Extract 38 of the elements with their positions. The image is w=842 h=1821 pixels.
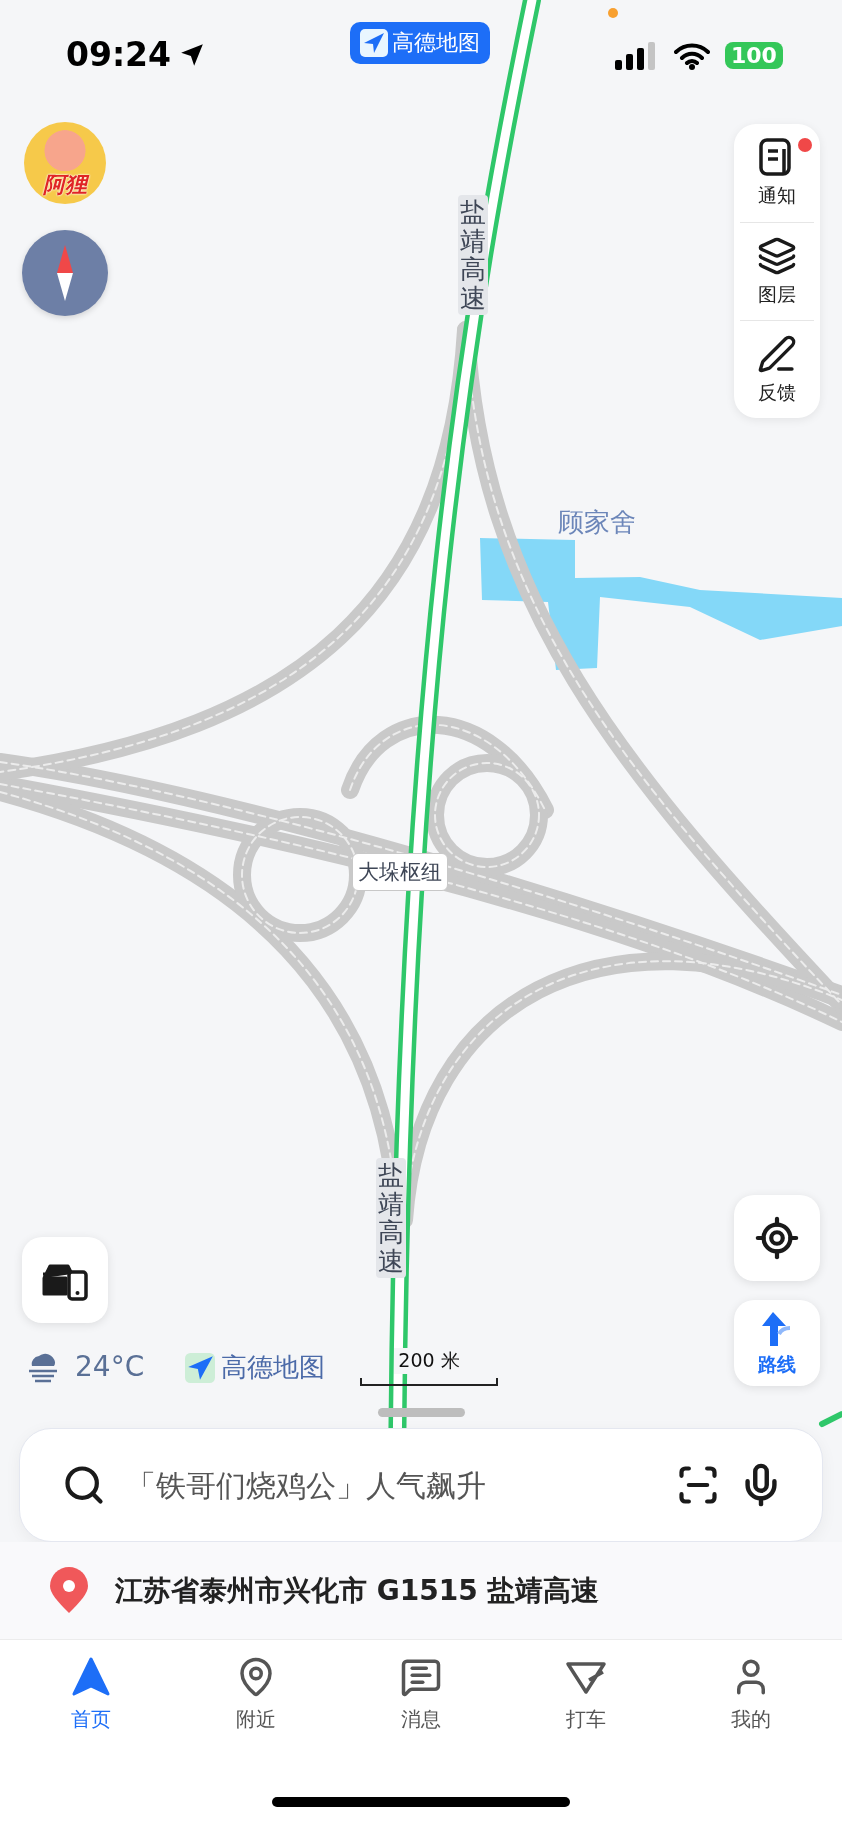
signal-icon [615, 42, 657, 70]
compass[interactable] [22, 230, 108, 316]
notice-button[interactable]: 通知 [740, 124, 814, 222]
car-phone-button[interactable] [22, 1237, 108, 1323]
locate-icon [754, 1215, 800, 1261]
paper-plane-icon [185, 1352, 215, 1383]
paper-plane-icon [360, 29, 388, 57]
temperature-text: 24°C [75, 1349, 145, 1383]
road-label: 盐靖高速 [376, 1158, 406, 1279]
wifi-icon [674, 42, 710, 70]
tab[interactable]: 附近 [226, 1654, 285, 1735]
tab[interactable]: 打车 [557, 1654, 616, 1735]
status-time: 09:24 [66, 35, 206, 74]
route-button[interactable]: 路线 [734, 1300, 820, 1386]
feedback-button[interactable]: 反馈 [740, 320, 814, 418]
locate-button[interactable] [734, 1195, 820, 1281]
tab[interactable]: 消息 [392, 1654, 450, 1735]
junction-label: 大垛枢纽 [352, 853, 448, 891]
search-field[interactable]: 「铁哥们烧鸡公」人气飙升 [19, 1428, 823, 1542]
app-badge-label: 高德地图 [392, 29, 480, 57]
tab[interactable]: 我的 [722, 1654, 781, 1735]
drag-handle[interactable] [378, 1408, 465, 1417]
location-arrow-icon [179, 41, 206, 68]
scan-icon[interactable] [676, 1463, 720, 1507]
address-text: 江苏省泰州市兴化市 G1515 盐靖高速 [115, 1572, 600, 1609]
battery-level: 100 [725, 42, 783, 69]
tab[interactable]: 首页 [61, 1654, 120, 1735]
road-label: 盐靖高速 [458, 195, 488, 316]
location-pin-icon [47, 1566, 91, 1615]
search-input[interactable]: 「铁哥们烧鸡公」人气飙升 [124, 1466, 658, 1504]
layers-button[interactable]: 图层 [740, 222, 814, 320]
pencil-icon [757, 333, 797, 374]
layers-icon [757, 235, 797, 276]
app-badge[interactable]: 高德地图 [350, 22, 490, 64]
brand-name: 高德地图 [221, 1351, 325, 1384]
search-icon [62, 1463, 106, 1507]
place-label: 顾家舍 [558, 506, 636, 539]
privacy-dot-icon [608, 8, 618, 18]
